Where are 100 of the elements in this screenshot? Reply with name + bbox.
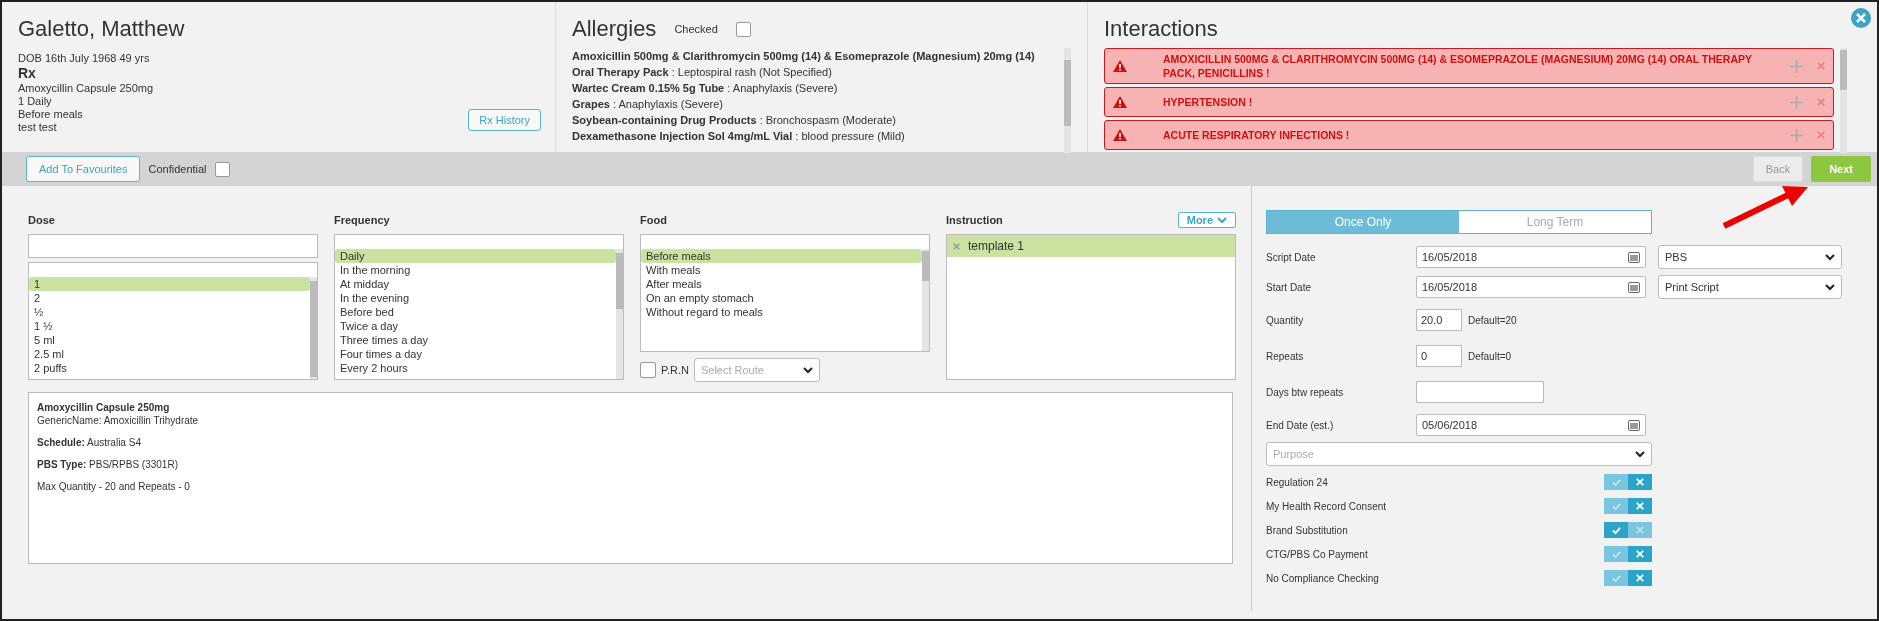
warning-icon (1113, 60, 1127, 72)
close-icon[interactable] (1851, 8, 1871, 28)
list-box[interactable]: Daily In the morning At midday In the evening Before bed Twice a day Three times a day Four times a day Every 2 hours (334, 234, 624, 380)
list-item[interactable]: Before bed (335, 305, 616, 319)
field-label: Repeats (1266, 350, 1305, 362)
checkbox[interactable] (735, 21, 751, 37)
caret-icon (802, 366, 813, 374)
number-field[interactable]: 0 (1416, 345, 1462, 367)
field-label: Start Date (1266, 281, 1313, 293)
calendar-icon (1628, 419, 1640, 431)
plus-icon[interactable] (1790, 128, 1803, 142)
detail-text: PBS Type: PBS/RPBS (3301R) (37, 458, 179, 471)
instruction-label: Instruction (946, 214, 1003, 226)
allergy-entry: Grapes : Anaphylaxis (Severe) (572, 97, 725, 112)
detail-text: Schedule: Australia S4 (37, 436, 142, 449)
prn-label: P.R.N (661, 364, 689, 376)
field-label: End Date (est.) (1266, 419, 1335, 431)
caret-icon (1635, 450, 1645, 458)
list-item[interactable]: 1 (29, 277, 310, 291)
dropdown[interactable]: Print Script (1658, 275, 1842, 299)
interactions-title: Interactions (1104, 16, 1219, 42)
list-box[interactable]: Before meals With meals After meals On an empty stomach Without regard to meals (640, 234, 930, 352)
list-item[interactable]: 1 ½ (29, 319, 310, 333)
list-item[interactable]: With meals (641, 263, 922, 277)
interaction-text: HYPERTENSION ! (1162, 95, 1254, 109)
calendar-icon (1628, 251, 1640, 263)
yes-no-toggle[interactable] (1604, 570, 1652, 586)
list-box[interactable]: 1 2 ½ 1 ½ 5 ml 2.5 ml 2 puffs (28, 262, 318, 380)
confidential-label: Confidential (148, 163, 207, 175)
drug-name: Amoxycillin Capsule 250mg (37, 401, 171, 414)
rx-line: test test (18, 121, 57, 134)
rx-line: Before meals (18, 108, 83, 121)
rx-heading: Rx (18, 65, 37, 82)
toggle-label: CTG/PBS Co Payment (1266, 548, 1369, 560)
caret-icon (1825, 283, 1835, 291)
rx-line: 1 Daily (18, 95, 52, 108)
list-item[interactable]: On an empty stomach (641, 291, 922, 305)
default-hint: Default=0 (1468, 350, 1512, 362)
toggle-label: Brand Substitution (1266, 524, 1349, 536)
close-icon[interactable] (1817, 98, 1825, 106)
list-item[interactable]: Daily (335, 249, 616, 263)
list-item[interactable]: Before meals (641, 249, 922, 263)
interaction-text: ACUTE RESPIRATORY INFECTIONS ! (1162, 128, 1351, 142)
detail-text: GenericName: Amoxicillin Trihydrate (37, 414, 200, 427)
allergy-entry: Soybean-containing Drug Products : Bronchospasm (Moderate) (572, 113, 897, 128)
field-label: Script Date (1266, 251, 1317, 263)
checked-label: Checked (674, 23, 718, 35)
list-item[interactable]: In the evening (335, 291, 616, 305)
date-field[interactable]: 05/06/2018 (1416, 414, 1646, 436)
plus-icon[interactable] (1790, 59, 1803, 73)
list-item[interactable]: 2 (29, 291, 310, 305)
checkbox[interactable] (214, 161, 230, 177)
instruction-chip[interactable]: template 1 (947, 235, 1235, 257)
frequency-label: Frequency (334, 213, 391, 228)
date-field[interactable]: 16/05/2018 (1416, 276, 1646, 298)
check-icon[interactable] (1611, 477, 1621, 487)
dob-text: DOB 16th July 1968 49 yrs (18, 52, 150, 65)
yes-no-toggle[interactable] (1604, 498, 1652, 514)
date-field[interactable]: 16/05/2018 (1416, 246, 1646, 268)
field-label: Quantity (1266, 314, 1305, 326)
check-icon[interactable] (1611, 501, 1621, 511)
list-item[interactable]: Four times a day (335, 347, 616, 361)
detail-text: Max Quantity - 20 and Repeats - 0 (37, 480, 191, 493)
check-icon[interactable] (1611, 549, 1621, 559)
list-item[interactable]: Three times a day (335, 333, 616, 347)
list-item[interactable]: Every 2 hours (335, 361, 616, 375)
patient-name: Galetto, Matthew (18, 16, 186, 42)
caret-icon (1825, 253, 1835, 261)
check-icon[interactable] (1611, 573, 1621, 583)
interaction-text: AMOXICILLIN 500MG & CLARITHROMYCIN 500MG (14) & ESOMEPRAZOLE (MAGNESIUM) 20MG (14) ORAL THERAPY PACK, PENICILLINS ! (1162, 52, 1753, 80)
list-item[interactable]: 2 puffs (29, 361, 310, 375)
yes-no-toggle[interactable] (1604, 546, 1652, 562)
allergy-entry: Amoxicillin 500mg & Clarithromycin 500mg (14) & Esomeprazole (Magnesium) 20mg (14) Oral Therapy Pack : Leptospiral rash (Not Specified) (572, 49, 1036, 80)
checkbox[interactable] (640, 362, 656, 378)
list-item[interactable]: Without regard to meals (641, 305, 922, 319)
default-hint: Default=20 (1468, 314, 1517, 326)
food-label: Food (640, 213, 668, 228)
rx-line: Amoxycillin Capsule 250mg (18, 82, 154, 95)
dropdown[interactable]: PBS (1658, 245, 1842, 269)
close-icon[interactable] (1817, 62, 1825, 70)
number-field[interactable]: 20.0 (1416, 309, 1462, 331)
allergies-title: Allergies (572, 16, 657, 42)
calendar-icon (1628, 281, 1640, 293)
close-icon[interactable] (953, 242, 960, 250)
text-field[interactable] (1416, 381, 1544, 403)
caret-icon (1217, 216, 1227, 224)
close-icon[interactable] (1817, 131, 1825, 139)
list-item[interactable]: In the morning (335, 263, 616, 277)
list-item[interactable]: 2.5 ml (29, 347, 310, 361)
list-item[interactable]: At midday (335, 277, 616, 291)
yes-no-toggle[interactable] (1604, 474, 1652, 490)
warning-icon (1113, 96, 1127, 108)
plus-icon[interactable] (1790, 95, 1803, 109)
allergy-entry: Wartec Cream 0.15% 5g Tube : Anaphylaxis (Severe) (572, 81, 839, 96)
list-item[interactable]: After meals (641, 277, 922, 291)
list-item[interactable]: ½ (29, 305, 310, 319)
dose-field[interactable] (28, 234, 318, 258)
list-item[interactable]: Twice a day (335, 319, 616, 333)
list-item[interactable]: 5 ml (29, 333, 310, 347)
toggle-label: No Compliance Checking (1266, 572, 1380, 584)
